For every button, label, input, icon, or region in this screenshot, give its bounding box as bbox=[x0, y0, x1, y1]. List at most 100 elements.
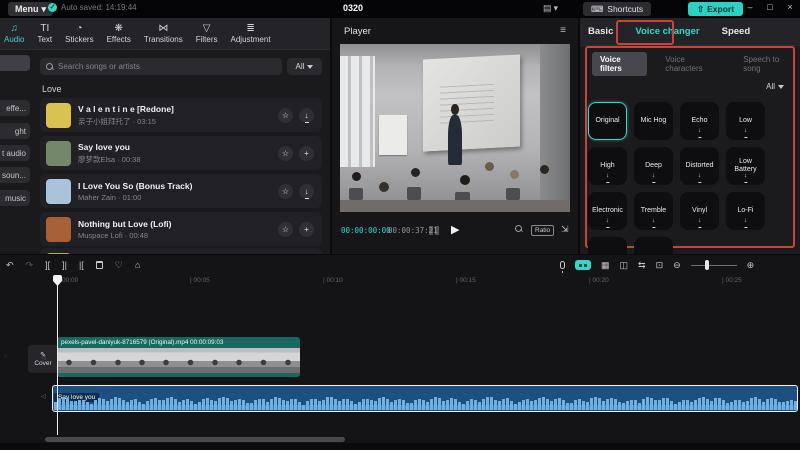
settings-tab-voice-changer[interactable]: Voice changer bbox=[635, 26, 699, 37]
song-row[interactable]: Wedding Day☆+ bbox=[40, 248, 322, 254]
video-clip-filmstrip bbox=[57, 348, 300, 373]
shortcuts-button[interactable]: ⌨ Shortcuts bbox=[583, 2, 651, 16]
delete-left-button[interactable]: ]| bbox=[62, 260, 67, 270]
favorite-star-icon[interactable]: ☆ bbox=[278, 146, 293, 161]
scene-floor bbox=[340, 200, 570, 212]
play-button[interactable]: ▶ bbox=[451, 223, 459, 236]
media-tab-effects[interactable]: ❋Effects bbox=[107, 23, 131, 44]
mute-track-icon[interactable]: ◁ bbox=[41, 354, 46, 361]
timeline-ruler[interactable]: 00:00| 00:05| 00:10| 00:15| 00:20| 00:25 bbox=[0, 275, 800, 289]
delete-right-button[interactable]: |[ bbox=[79, 260, 84, 270]
hide-track-icon[interactable]: ◌ bbox=[4, 354, 8, 360]
download-icon[interactable]: ↓ bbox=[299, 108, 314, 123]
voice-filter-tile[interactable] bbox=[634, 237, 673, 254]
voice-filter-tile-lo-fi[interactable]: Lo-Fi↓ bbox=[726, 192, 765, 230]
menu-button[interactable]: Menu ▾ bbox=[8, 2, 53, 16]
playhead-line[interactable] bbox=[57, 275, 58, 435]
add-to-timeline-icon[interactable]: + bbox=[299, 222, 314, 237]
split-button[interactable]: ][ bbox=[45, 260, 50, 270]
media-tab-audio[interactable]: ♫Audio bbox=[4, 23, 24, 44]
main-track-magnet-button[interactable] bbox=[575, 260, 591, 270]
filmstrip-thumbnail bbox=[203, 348, 227, 373]
song-row[interactable]: Say love you廖梦款Elsa · 00:38☆+ bbox=[40, 136, 322, 170]
voice-subtab-voice-characters[interactable]: Voice characters bbox=[657, 52, 725, 76]
ruler-tick: | 00:15 bbox=[456, 277, 476, 284]
library-sidebar-item[interactable]: music bbox=[0, 190, 30, 206]
render-button[interactable]: ⊡ bbox=[656, 260, 664, 270]
auto-pack-button[interactable]: ▦ bbox=[601, 260, 610, 270]
mask-button[interactable]: ♡ bbox=[115, 260, 123, 270]
filters-icon: ▽ bbox=[203, 23, 211, 34]
voice-filter-tile-echo[interactable]: Echo↓ bbox=[680, 102, 719, 140]
voice-subtab-speech-to-song[interactable]: Speech to song bbox=[735, 52, 800, 76]
voice-filter-tile-distorted[interactable]: Distorted↓ bbox=[680, 147, 719, 185]
crop-button[interactable]: ⌂ bbox=[135, 260, 140, 270]
search-box[interactable] bbox=[40, 58, 282, 75]
video-clip[interactable]: pexels-pavel-daniyuk-8716579 (Original).… bbox=[57, 337, 300, 377]
ruler-tick: | 00:20 bbox=[589, 277, 609, 284]
voice-filter-grid: OriginalMic HogEcho↓Low↓ High↓Deep↓Distor… bbox=[588, 102, 778, 254]
redo-button[interactable]: ↷ bbox=[26, 260, 34, 270]
search-input[interactable] bbox=[58, 62, 276, 71]
voice-filter-tile-low-battery[interactable]: Low Battery↓ bbox=[726, 147, 765, 185]
media-tab-adjustment[interactable]: ≣Adjustment bbox=[231, 23, 271, 44]
voice-filter-tile-low[interactable]: Low↓ bbox=[726, 102, 765, 140]
voice-filter-all-button[interactable]: All bbox=[766, 82, 784, 91]
voice-filter-tile-high[interactable]: High↓ bbox=[588, 147, 627, 185]
voice-filter-tile-original[interactable]: Original bbox=[588, 102, 627, 140]
player-menu-icon[interactable]: ≡ bbox=[560, 25, 566, 36]
song-row[interactable]: Nothing but Love (Lofi)Muspace Lofi · 00… bbox=[40, 212, 322, 246]
voice-filter-tile-electronic[interactable]: Electronic↓ bbox=[588, 192, 627, 230]
undo-button[interactable]: ↶ bbox=[6, 260, 14, 270]
download-icon: ↓ bbox=[744, 125, 747, 138]
pause-icon[interactable] bbox=[429, 226, 439, 235]
audio-clip[interactable]: Say love you bbox=[52, 385, 798, 412]
library-sidebar-item[interactable]: soun... bbox=[0, 167, 30, 183]
zoom-out-button[interactable]: ⊖ bbox=[673, 260, 681, 270]
voice-subtab-voice-filters[interactable]: Voice filters bbox=[592, 52, 647, 76]
ratio-button[interactable]: Ratio bbox=[531, 225, 554, 236]
media-library-panel: ♫Audio TIText ◔Stickers ❋Effects ⋈Transition… bbox=[0, 18, 330, 254]
download-icon[interactable]: ↓ bbox=[299, 184, 314, 199]
library-sidebar-item[interactable]: t audio bbox=[0, 145, 30, 161]
favorite-star-icon[interactable]: ☆ bbox=[278, 222, 293, 237]
song-row[interactable]: I Love You So (Bonus Track)Maher Zain · … bbox=[40, 174, 322, 208]
voice-filter-tile-vinyl[interactable]: Vinyl↓ bbox=[680, 192, 719, 230]
horizontal-scrollbar[interactable] bbox=[45, 437, 345, 442]
voice-filter-tile-mic-hog[interactable]: Mic Hog bbox=[634, 102, 673, 140]
library-sidebar-item[interactable] bbox=[0, 55, 30, 71]
media-tab-transitions[interactable]: ⋈Transitions bbox=[144, 23, 183, 44]
favorite-star-icon[interactable]: ☆ bbox=[278, 184, 293, 199]
song-row[interactable]: V a l e n t i n e [Redone]亲子小姐拜托了 · 03:1… bbox=[40, 98, 322, 132]
video-preview[interactable] bbox=[340, 44, 570, 212]
media-tab-stickers[interactable]: ◔Stickers bbox=[65, 23, 93, 44]
maximize-button[interactable]: □ bbox=[764, 2, 776, 12]
voice-subtab-strip: Voice filters Voice characters Speech to s… bbox=[592, 52, 800, 76]
voice-filter-tile-deep[interactable]: Deep↓ bbox=[634, 147, 673, 185]
preview-axis-button[interactable]: ⇆ bbox=[638, 260, 646, 270]
settings-tab-basic[interactable]: Basic bbox=[588, 26, 613, 37]
settings-tab-speed[interactable]: Speed bbox=[722, 26, 751, 37]
scene-whiteboard bbox=[379, 115, 407, 155]
link-button[interactable]: ◫ bbox=[620, 260, 629, 270]
workspace-layout-button[interactable]: ▤ ▾ bbox=[543, 3, 558, 14]
library-sidebar-item[interactable]: effe... bbox=[0, 100, 30, 116]
media-tab-filters[interactable]: ▽Filters bbox=[196, 23, 218, 44]
fullscreen-icon[interactable]: ⇲ bbox=[561, 224, 569, 235]
microphone-button[interactable] bbox=[560, 261, 565, 269]
delete-button[interactable] bbox=[96, 261, 103, 269]
music-filter-button[interactable]: All bbox=[287, 58, 322, 75]
export-button[interactable]: ⇧ Export bbox=[688, 2, 743, 16]
add-to-timeline-icon[interactable]: + bbox=[299, 146, 314, 161]
close-button[interactable]: × bbox=[784, 2, 796, 12]
mute-audio-track-icon[interactable]: ◁ bbox=[41, 393, 46, 400]
voice-filter-tile-tremble[interactable]: Tremble↓ bbox=[634, 192, 673, 230]
library-sidebar-item[interactable]: ght bbox=[0, 123, 30, 139]
media-tab-text[interactable]: TIText bbox=[37, 23, 52, 44]
zoom-slider[interactable] bbox=[691, 260, 737, 270]
favorite-star-icon[interactable]: ☆ bbox=[278, 108, 293, 123]
minimize-button[interactable]: – bbox=[744, 2, 756, 12]
voice-filter-tile[interactable] bbox=[588, 237, 627, 254]
zoom-in-button[interactable]: ⊕ bbox=[747, 260, 755, 270]
song-subtitle: 亲子小姐拜托了 · 03:15 bbox=[78, 116, 271, 127]
